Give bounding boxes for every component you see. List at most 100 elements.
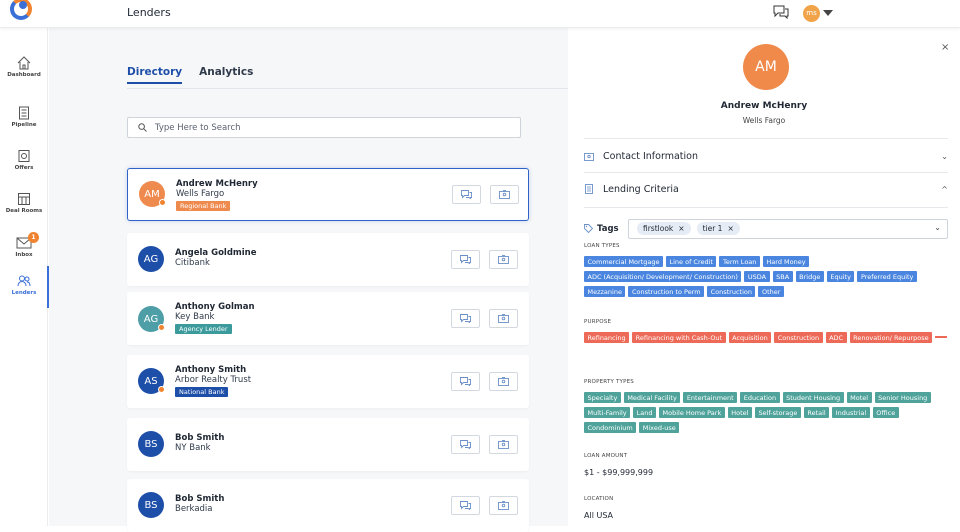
tag-chip: tier 1 × (696, 222, 740, 235)
criteria-pill: Bridge (795, 271, 824, 282)
lender-card[interactable]: AG Angela Goldmine Citibank (127, 233, 529, 286)
contact-information-section[interactable]: Contact Information ⌄ (584, 149, 948, 163)
message-button[interactable] (452, 185, 481, 204)
lender-bank: Wells Fargo (742, 116, 786, 125)
criteria-pill: Self-storage (754, 407, 801, 418)
loan-types-list: Commercial Mortgage Line of Credit Term Lo… (584, 256, 948, 297)
lending-criteria-section[interactable]: Lending Criteria ^ (584, 182, 948, 196)
user-avatar: ms (803, 4, 820, 22)
lender-card[interactable]: BS Bob Smith Berkadia (127, 479, 529, 532)
search-box[interactable] (127, 117, 521, 138)
lender-name: Andrew McHenry (720, 101, 808, 111)
message-button[interactable] (451, 435, 480, 454)
id-card-icon (498, 501, 509, 510)
contact-card-button[interactable] (489, 372, 518, 391)
criteria-pill: Hard Money (762, 256, 810, 267)
offers-icon (18, 150, 30, 162)
user-menu-button[interactable]: ms (803, 4, 833, 22)
loan-types-label: LOAN TYPES (584, 243, 620, 249)
sidebar-item-label: Deal Rooms (5, 208, 43, 214)
message-button[interactable] (451, 372, 480, 391)
sidebar-item-dashboard[interactable]: Dashboard (0, 56, 48, 78)
tab-directory[interactable]: Directory (127, 66, 183, 84)
criteria-pill: ADC (Acquisition/ Development/ Construct… (584, 271, 742, 282)
lender-card[interactable]: AM Andrew McHenry Wells Fargo Regional B… (127, 168, 529, 221)
document-icon (585, 184, 593, 194)
contact-card-button[interactable] (489, 309, 518, 328)
property-types-list: Specialty Medical Facility Entertainment Ed… (584, 392, 948, 433)
search-icon (138, 123, 147, 132)
chat-icon (461, 190, 472, 199)
lender-bank: Arbor Realty Trust (175, 375, 252, 385)
contact-card-button[interactable] (489, 250, 518, 269)
criteria-pill: Hotel (727, 407, 752, 418)
section-title: Lending Criteria (603, 183, 679, 195)
criteria-pill: Refinancing with Cash-Out (632, 332, 726, 343)
lender-avatar: BS (138, 431, 164, 457)
criteria-pill: Entertainment (683, 392, 738, 403)
lender-avatar-large: AM (743, 44, 789, 90)
contact-card-button[interactable] (490, 185, 519, 204)
criteria-pill: Office (872, 407, 899, 418)
sidebar-item-deal-rooms[interactable]: Deal Rooms (0, 192, 48, 214)
page-title: Lenders (127, 6, 171, 19)
lender-name: Bob Smith (175, 494, 225, 504)
criteria-pill: Mobile Home Park (659, 407, 725, 418)
chat-icon (460, 501, 471, 510)
loan-amount-value: $1 - $99,999,999 (584, 468, 654, 477)
tags-select[interactable]: firstlook × tier 1 × ⌄ (628, 218, 948, 239)
criteria-pill: Construction (707, 286, 756, 297)
lender-bank: Key Bank (175, 312, 215, 322)
criteria-pill: Mezzanine (584, 286, 626, 297)
logo-dot (19, 1, 27, 9)
lender-card[interactable]: BS Bob Smith NY Bank (127, 418, 529, 471)
lenders-directory: Directory Analytics AM Andrew McHenry We… (49, 28, 568, 532)
property-types-label: PROPERTY TYPES (584, 379, 634, 385)
message-button[interactable] (451, 250, 480, 269)
message-button[interactable] (451, 309, 480, 328)
criteria-pill: Acquisition (728, 332, 772, 343)
sidebar-item-lenders[interactable]: Lenders (0, 266, 49, 308)
section-title: Contact Information (603, 150, 698, 162)
chevron-down-icon[interactable]: ⌄ (934, 223, 941, 232)
criteria-pill: Construction to Perm (628, 286, 705, 297)
tab-bar: Directory Analytics (127, 66, 253, 84)
lender-detail-panel: × AM Andrew McHenry Wells Fargo Contact … (568, 28, 960, 526)
tags-row: Tags firstlook × tier 1 × ⌄ (584, 218, 948, 239)
id-card-icon (498, 314, 509, 323)
lender-type-tag: Regional Bank (176, 201, 231, 211)
remove-tag-icon[interactable]: × (678, 224, 684, 233)
purpose-label: PURPOSE (584, 319, 612, 325)
message-button[interactable] (451, 496, 480, 515)
verified-badge-icon (159, 199, 166, 206)
search-input[interactable] (155, 122, 495, 133)
pipeline-icon (19, 106, 29, 120)
lender-bank: Wells Fargo (176, 189, 225, 199)
tab-analytics[interactable]: Analytics (199, 66, 253, 84)
lender-card[interactable]: AS Anthony Smith Arbor Realty Trust Nati… (127, 355, 529, 408)
top-bar: Lenders ms (0, 0, 960, 28)
lender-type-tag: Agency Lender (175, 324, 232, 334)
criteria-pill: Retail (803, 407, 830, 418)
location-value: All USA (584, 511, 614, 520)
remove-tag-icon[interactable]: × (727, 224, 733, 233)
lender-bank: NY Bank (175, 443, 211, 453)
contact-card-button[interactable] (489, 435, 518, 454)
close-icon[interactable]: × (941, 42, 949, 53)
users-icon (17, 275, 31, 287)
criteria-pill: ADC (825, 332, 847, 343)
criteria-pill: Term Loan (719, 256, 760, 267)
sidebar-item-label: Lenders (11, 290, 37, 296)
lender-avatar: AG (138, 246, 164, 272)
messages-icon[interactable] (773, 5, 789, 19)
criteria-pill: Renovation/ Repurpose (849, 332, 933, 343)
lender-card[interactable]: AG Anthony Golman Key Bank Agency Lender (127, 292, 529, 345)
verified-badge-icon (158, 324, 165, 331)
divider (584, 172, 948, 173)
sidebar-item-inbox[interactable]: 1 Inbox (0, 232, 48, 258)
lender-name: Bob Smith (175, 433, 225, 443)
sidebar-item-pipeline[interactable]: Pipeline (0, 106, 48, 128)
sidebar-item-offers[interactable]: Offers (0, 149, 48, 171)
lender-name: Anthony Smith (175, 365, 247, 375)
contact-card-button[interactable] (489, 496, 518, 515)
